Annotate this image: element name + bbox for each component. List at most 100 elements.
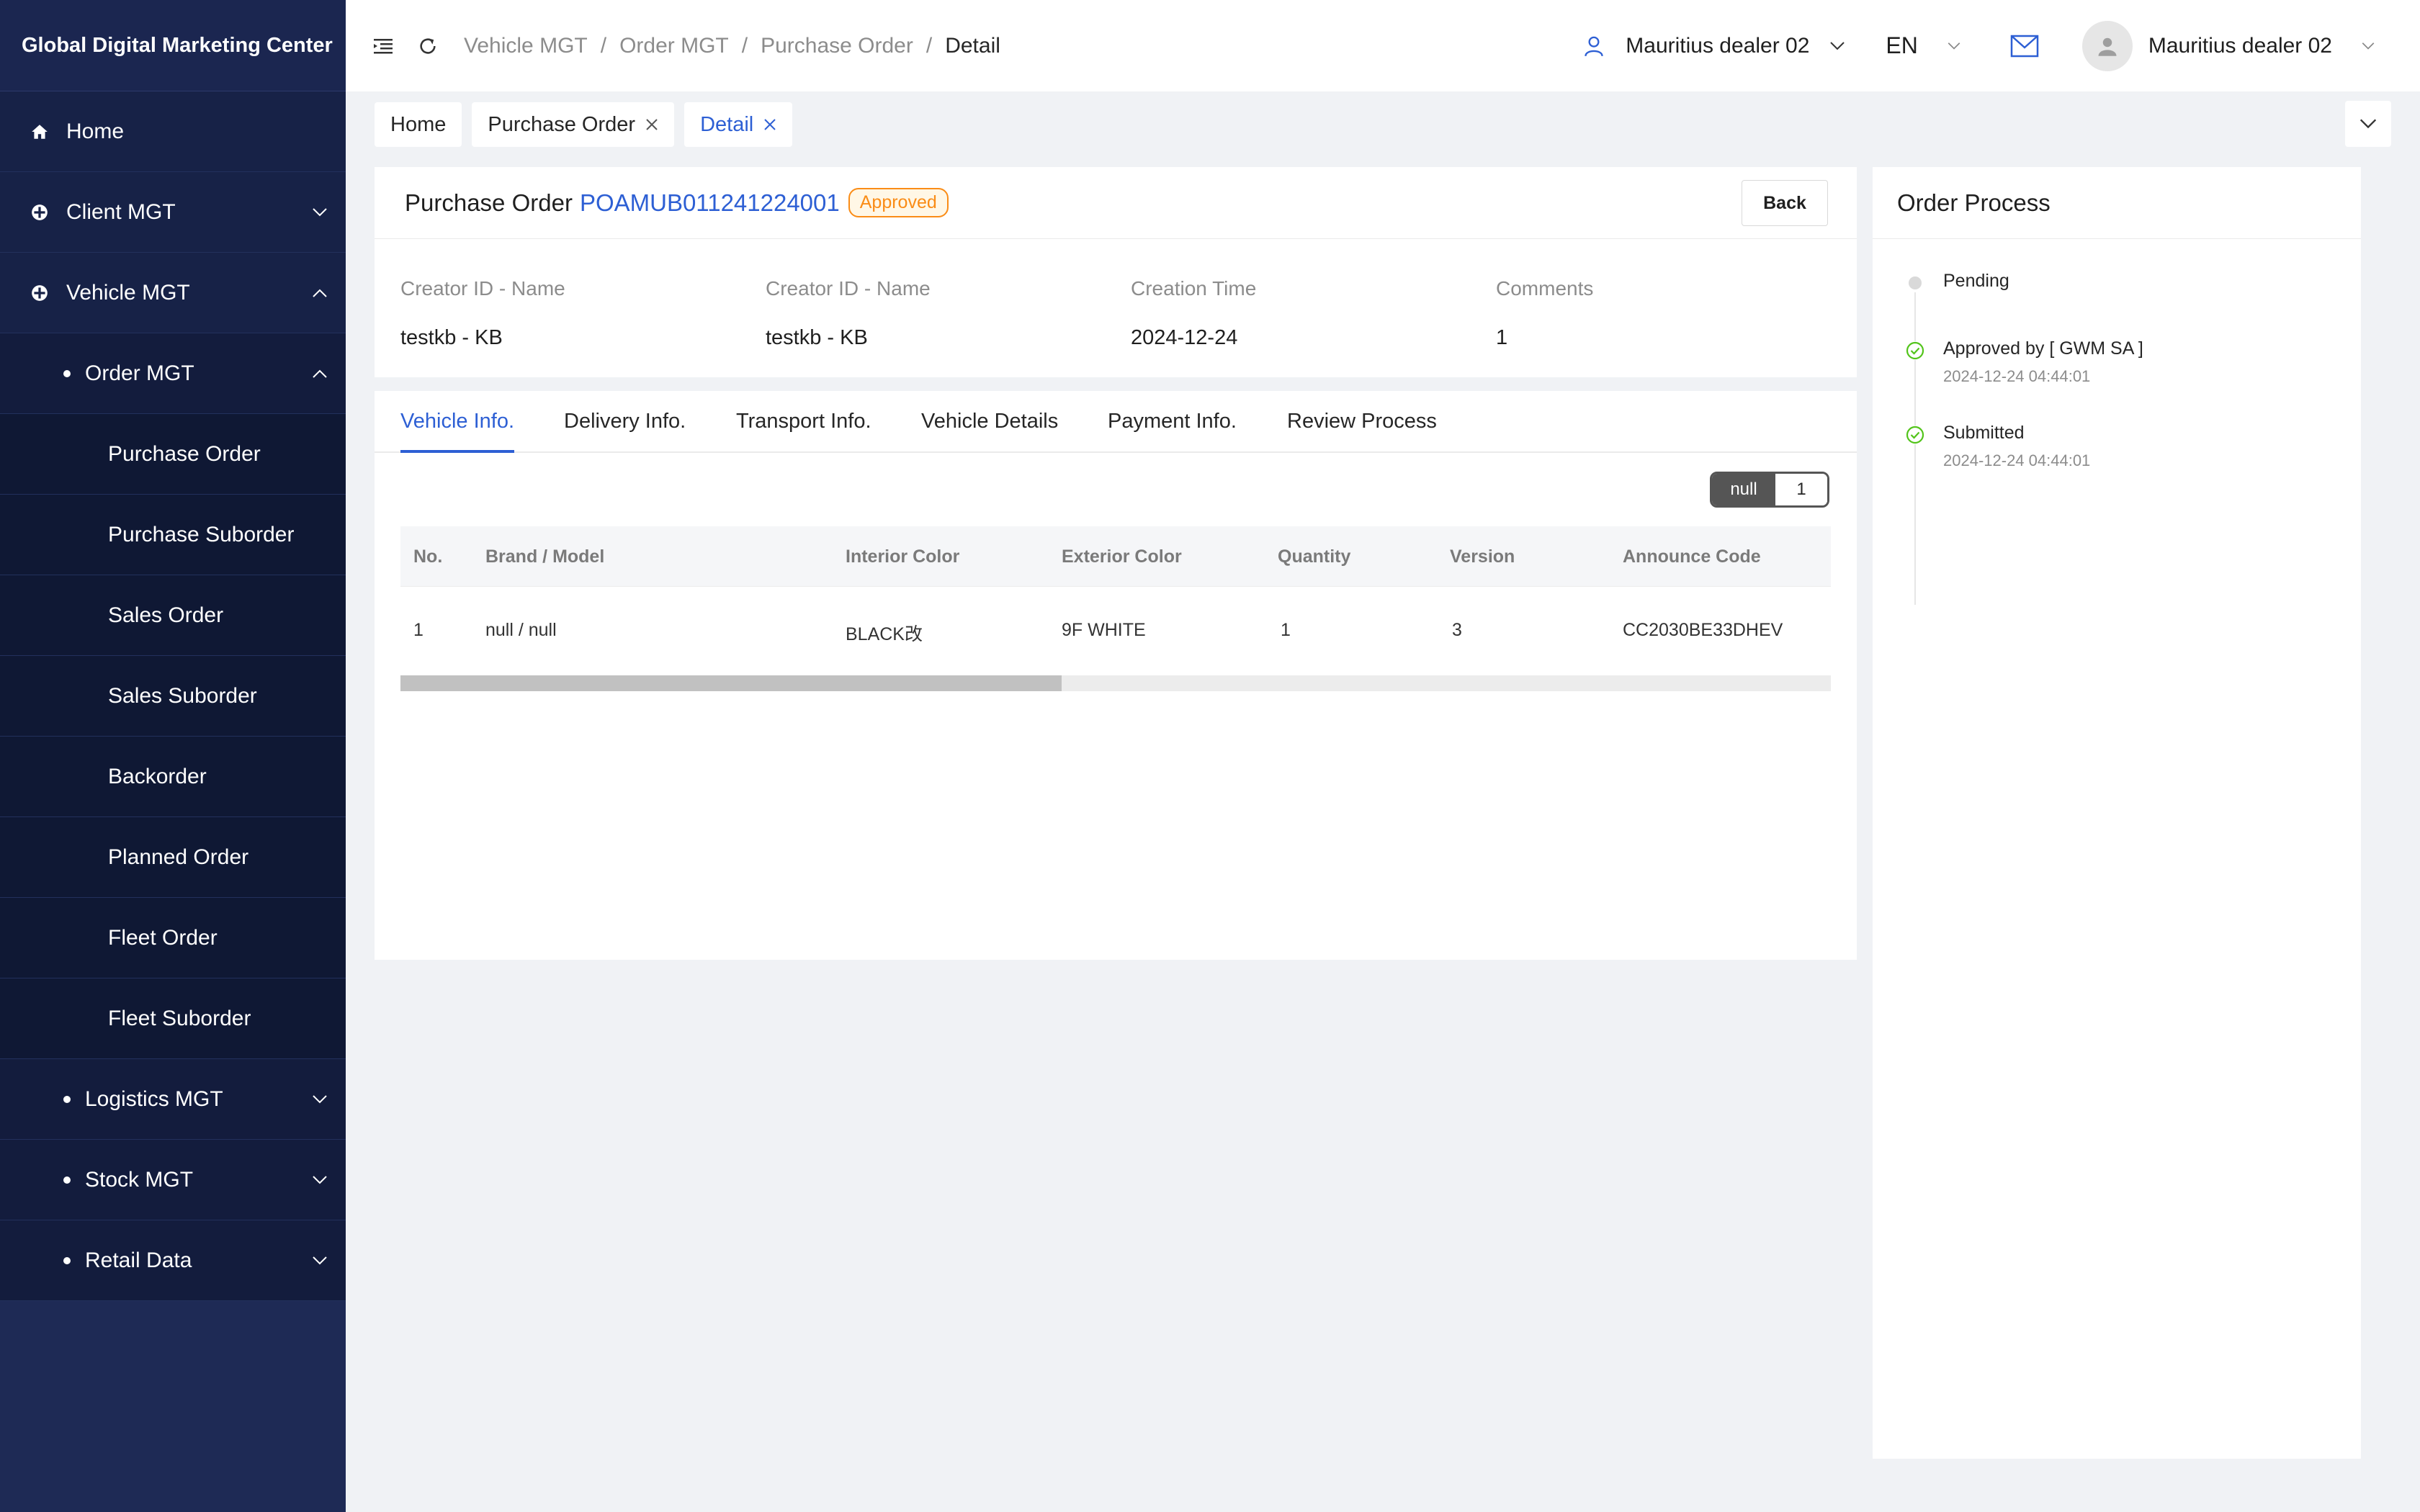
info-label: Comments [1496,277,1594,300]
chevron-down-icon [2359,118,2378,130]
detail-tabs-card: Vehicle Info. Delivery Info. Transport I… [375,391,1857,960]
user-menu[interactable]: Mauritius dealer 02 [2081,20,2375,71]
page-tab-label: Detail [700,112,754,136]
close-icon[interactable] [645,118,658,131]
sidebar-item-label: Fleet Suborder [108,1006,251,1030]
dealer-selector[interactable]: Mauritius dealer 02 [1584,34,1845,58]
sidebar-item-planned-order[interactable]: Planned Order [0,817,346,898]
sidebar-item-retail-data[interactable]: Retail Data [0,1220,346,1301]
table-row[interactable]: 1 null / null BLACK改 9F WHITE 1 3 CC2030… [400,587,1831,673]
column-header: Exterior Color [1062,546,1182,567]
check-circle-icon [1906,426,1924,444]
sidebar-item-vehicle-mgt[interactable]: Vehicle MGT [0,253,346,333]
home-icon [29,121,50,143]
order-info: Creator ID - Name testkb - KB Creator ID… [375,240,1857,377]
sidebar-item-label: Sales Suborder [108,683,257,708]
order-number: POAMUB011241224001 [579,189,840,216]
avatar [2081,20,2133,71]
info-value: testkb - KB [766,326,868,349]
breadcrumb-item-detail: Detail [945,33,1000,58]
check-circle-icon [1906,341,1924,360]
chevron-down-icon [310,1089,330,1110]
horizontal-scrollbar[interactable] [400,675,1831,691]
tab-vehicle-info[interactable]: Vehicle Info. [400,410,514,433]
tab-delivery-info[interactable]: Delivery Info. [564,410,686,433]
page-tabs: Home Purchase Order Detail [375,102,802,147]
sidebar-item-fleet-order[interactable]: Fleet Order [0,898,346,978]
detail-tabs: Vehicle Info. Delivery Info. Transport I… [375,391,1857,453]
column-header: Version [1450,546,1515,567]
sidebar-item-client-mgt[interactable]: Client MGT [0,172,346,253]
sidebar-item-label: Vehicle MGT [66,280,190,305]
sidebar-item-fleet-suborder[interactable]: Fleet Suborder [0,978,346,1059]
user-outline-icon [1584,35,1604,57]
sidebar-item-sales-order[interactable]: Sales Order [0,575,346,656]
breadcrumb-separator: / [741,33,748,58]
segment-toggle[interactable]: null 1 [1710,472,1829,508]
language-selector[interactable]: EN [1886,32,1960,59]
segment-option-1[interactable]: 1 [1775,474,1827,505]
breadcrumb-item-vehicle-mgt[interactable]: Vehicle MGT [464,34,588,58]
user-name: Mauritius dealer 02 [2148,33,2332,58]
sidebar-item-home[interactable]: Home [0,91,346,172]
tab-review-process[interactable]: Review Process [1287,410,1437,433]
sidebar-item-label: Retail Data [85,1248,192,1272]
chevron-down-icon [1947,42,1961,50]
segment-option-null[interactable]: null [1712,474,1775,505]
chevron-down-icon [310,1251,330,1271]
column-header: Brand / Model [485,546,605,567]
sidebar-item-purchase-order[interactable]: Purchase Order [0,414,346,495]
sidebar-item-order-mgt[interactable]: Order MGT [0,333,346,414]
sidebar: Global Digital Marketing Center Home Cli… [0,0,346,1512]
sidebar-item-label: Fleet Order [108,925,218,950]
chevron-down-icon [310,1170,330,1190]
sidebar-item-logistics-mgt[interactable]: Logistics MGT [0,1059,346,1140]
info-label: Creator ID - Name [400,277,565,300]
sidebar-item-stock-mgt[interactable]: Stock MGT [0,1140,346,1220]
sidebar-item-backorder[interactable]: Backorder [0,737,346,817]
menu-fold-icon[interactable] [369,32,398,60]
table-cell: null / null [485,620,557,640]
sidebar-item-label: Home [66,119,125,143]
breadcrumb-separator: / [926,33,933,58]
table-cell: BLACK改 [846,624,923,644]
step-title: Approved by [ GWM SA ] [1943,338,2143,359]
page-tab-home[interactable]: Home [375,102,462,147]
close-icon[interactable] [763,118,776,131]
sidebar-item-sales-suborder[interactable]: Sales Suborder [0,656,346,737]
app-title: Global Digital Marketing Center [0,0,346,91]
scrollbar-thumb[interactable] [400,675,1062,691]
crosshair-icon [29,202,50,223]
page-tab-purchase-order[interactable]: Purchase Order [472,102,675,147]
sidebar-item-label: Backorder [108,764,207,788]
column-header: Quantity [1278,546,1351,567]
chevron-down-icon [2361,42,2375,50]
tab-transport-info[interactable]: Transport Info. [736,410,871,433]
language-label: EN [1886,32,1918,58]
bullet-icon [63,1095,71,1103]
breadcrumb-item-order-mgt[interactable]: Order MGT [619,34,729,58]
tabs-dropdown-button[interactable] [2345,101,2391,147]
bullet-icon [63,1256,71,1264]
sidebar-item-purchase-suborder[interactable]: Purchase Suborder [0,495,346,575]
page-title: Purchase Order [405,189,573,216]
sidebar-item-label: Logistics MGT [85,1086,223,1111]
tab-payment-info[interactable]: Payment Info. [1108,410,1237,433]
info-label: Creator ID - Name [766,277,931,300]
order-title-bar: Purchase Order POAMUB011241224001 Approv… [375,167,1857,239]
refresh-icon[interactable] [413,32,442,60]
step-time: 2024-12-24 04:44:01 [1943,451,2091,469]
back-button[interactable]: Back [1742,180,1828,226]
tab-vehicle-details[interactable]: Vehicle Details [921,410,1058,433]
header-actions: Mauritius dealer 02 EN Mauritius dealer … [1584,0,2420,91]
status-badge: Approved [848,188,949,217]
sidebar-item-label: Purchase Order [108,441,261,466]
breadcrumb-item-purchase-order[interactable]: Purchase Order [761,34,913,58]
chevron-up-icon [310,364,330,384]
mail-icon[interactable] [2010,35,2039,58]
chevron-down-icon [310,202,330,222]
bullet-icon [63,1176,71,1184]
page-tab-detail[interactable]: Detail [684,102,793,147]
breadcrumb-separator: / [600,33,607,58]
order-process-panel: Order Process Pending Approved by [ GWM … [1873,167,2361,1459]
